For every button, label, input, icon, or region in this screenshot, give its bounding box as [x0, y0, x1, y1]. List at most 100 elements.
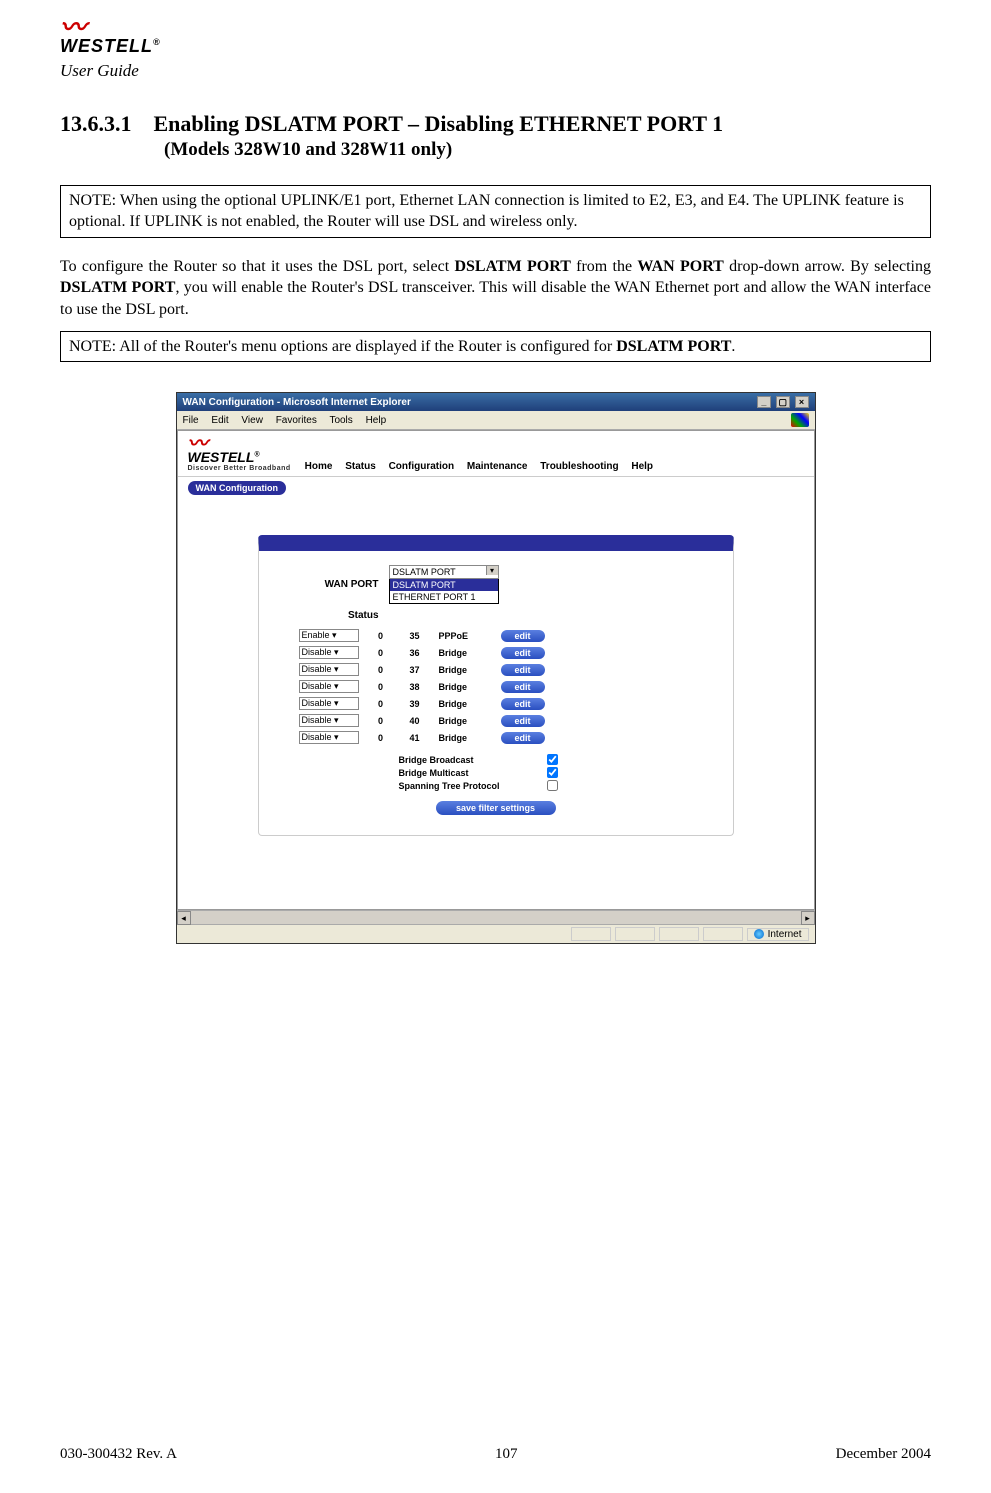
edit-button[interactable]: edit: [501, 647, 545, 659]
router-tagline: Discover Better Broadband: [188, 465, 291, 472]
ie-menubar: File Edit View Favorites Tools Help: [177, 411, 815, 430]
globe-icon: [754, 929, 764, 939]
subtab-wan-configuration[interactable]: WAN Configuration: [188, 481, 287, 495]
windows-flag-icon: [791, 413, 809, 427]
vci-cell: 35: [403, 631, 427, 641]
wan-port-option-dslatm[interactable]: DSLATM PORT: [390, 579, 498, 591]
window-title: WAN Configuration - Microsoft Internet E…: [183, 397, 411, 408]
wan-port-dropdown-open: DSLATM PORT ETHERNET PORT 1: [389, 578, 499, 604]
wan-port-select[interactable]: DSLATM PORT ▾: [389, 565, 499, 579]
enable-select[interactable]: Disable ▾: [299, 663, 359, 676]
vpi-cell: 0: [371, 716, 391, 726]
vci-cell: 37: [403, 665, 427, 675]
para-text: , you will enable the Router's DSL trans…: [60, 279, 931, 318]
proto-cell: Bridge: [439, 665, 489, 675]
vci-cell: 38: [403, 682, 427, 692]
horizontal-scrollbar[interactable]: ◂ ▸: [177, 910, 815, 924]
save-filter-settings-button[interactable]: save filter settings: [436, 801, 556, 815]
nav-configuration[interactable]: Configuration: [389, 461, 455, 472]
enable-select[interactable]: Disable ▾: [299, 731, 359, 744]
proto-cell: Bridge: [439, 699, 489, 709]
status-chunk: [659, 927, 699, 941]
spanning-tree-checkbox[interactable]: [547, 780, 558, 791]
note-box-2: NOTE: All of the Router's menu options a…: [60, 331, 931, 363]
enable-select[interactable]: Disable ▾: [299, 714, 359, 727]
status-zone-text: Internet: [768, 929, 802, 940]
table-row: Disable ▾ 0 37 Bridge edit: [299, 663, 693, 676]
table-row: Disable ▾ 0 38 Bridge edit: [299, 680, 693, 693]
edit-button[interactable]: edit: [501, 698, 545, 710]
edit-button[interactable]: edit: [501, 681, 545, 693]
wan-port-selected: DSLATM PORT: [390, 566, 498, 578]
maximize-icon[interactable]: ▢: [776, 396, 790, 408]
wan-port-label: WAN PORT: [299, 579, 389, 590]
footer-left: 030-300432 Rev. A: [60, 1446, 177, 1463]
menu-edit[interactable]: Edit: [211, 415, 228, 426]
enable-select[interactable]: Enable ▾: [299, 629, 359, 642]
brand-logo: 〰 WESTELL®: [60, 20, 931, 57]
nav-troubleshooting[interactable]: Troubleshooting: [540, 461, 618, 472]
scroll-left-icon[interactable]: ◂: [177, 911, 191, 925]
browser-content: 〰 WESTELL® Discover Better Broadband Hom…: [177, 430, 815, 910]
logo-swoosh-icon: 〰: [188, 439, 291, 449]
brand-text: WESTELL: [60, 36, 153, 56]
note2-text: .: [731, 338, 735, 355]
vpi-cell: 0: [371, 733, 391, 743]
close-icon[interactable]: ×: [795, 396, 809, 408]
edit-button[interactable]: edit: [501, 715, 545, 727]
table-row: Enable ▾ 0 35 PPPoE edit: [299, 629, 693, 642]
menu-view[interactable]: View: [241, 415, 263, 426]
vpi-cell: 0: [371, 699, 391, 709]
proto-cell: Bridge: [439, 733, 489, 743]
proto-cell: PPPoE: [439, 631, 489, 641]
status-zone: Internet: [747, 928, 809, 941]
page-footer: 030-300432 Rev. A 107 December 2004: [60, 1446, 931, 1463]
section-subheading: (Models 328W10 and 328W11 only): [164, 139, 931, 161]
enable-select[interactable]: Disable ▾: [299, 680, 359, 693]
vpi-cell: 0: [371, 665, 391, 675]
menu-favorites[interactable]: Favorites: [276, 415, 317, 426]
filter-options: Bridge Broadcast Bridge Multicast Spanni…: [299, 754, 693, 791]
wan-port-option-ethernet[interactable]: ETHERNET PORT 1: [390, 591, 498, 603]
note1-text: NOTE: When using the optional UPLINK/E1 …: [69, 192, 904, 231]
bridge-broadcast-checkbox[interactable]: [547, 754, 558, 765]
window-titlebar: WAN Configuration - Microsoft Internet E…: [177, 393, 815, 411]
edit-button[interactable]: edit: [501, 630, 545, 642]
edit-button[interactable]: edit: [501, 664, 545, 676]
spanning-tree-label: Spanning Tree Protocol: [399, 781, 539, 791]
vpi-cell: 0: [371, 648, 391, 658]
router-logo: 〰 WESTELL® Discover Better Broadband: [188, 439, 291, 472]
menu-file[interactable]: File: [183, 415, 199, 426]
para-bold: WAN PORT: [637, 258, 724, 275]
menu-help[interactable]: Help: [366, 415, 387, 426]
vci-cell: 41: [403, 733, 427, 743]
bridge-multicast-checkbox[interactable]: [547, 767, 558, 778]
table-row: Disable ▾ 0 40 Bridge edit: [299, 714, 693, 727]
chevron-down-icon[interactable]: ▾: [486, 566, 498, 575]
enable-select[interactable]: Disable ▾: [299, 697, 359, 710]
bridge-broadcast-label: Bridge Broadcast: [399, 755, 539, 765]
nav-status[interactable]: Status: [345, 461, 376, 472]
nav-maintenance[interactable]: Maintenance: [467, 461, 528, 472]
vpi-cell: 0: [371, 631, 391, 641]
embedded-screenshot: WAN Configuration - Microsoft Internet E…: [176, 392, 816, 944]
para-bold: DSLATM PORT: [454, 258, 570, 275]
scroll-right-icon[interactable]: ▸: [801, 911, 815, 925]
vpi-cell: 0: [371, 682, 391, 692]
window-controls: _ ▢ ×: [755, 396, 809, 408]
vci-cell: 39: [403, 699, 427, 709]
proto-cell: Bridge: [439, 716, 489, 726]
status-chunk: [703, 927, 743, 941]
enable-select[interactable]: Disable ▾: [299, 646, 359, 659]
table-row: Disable ▾ 0 41 Bridge edit: [299, 731, 693, 744]
vc-table: Enable ▾ 0 35 PPPoE edit Disable ▾ 0 36 …: [299, 629, 693, 744]
nav-help[interactable]: Help: [631, 461, 653, 472]
para-text: drop-down arrow. By selecting: [724, 258, 931, 275]
table-row: Disable ▾ 0 39 Bridge edit: [299, 697, 693, 710]
minimize-icon[interactable]: _: [757, 396, 771, 408]
table-row: Disable ▾ 0 36 Bridge edit: [299, 646, 693, 659]
menu-tools[interactable]: Tools: [329, 415, 352, 426]
edit-button[interactable]: edit: [501, 732, 545, 744]
nav-home[interactable]: Home: [305, 461, 333, 472]
wan-config-panel: WAN PORT DSLATM PORT ▾ DSLATM PORT ETHER…: [258, 535, 734, 836]
